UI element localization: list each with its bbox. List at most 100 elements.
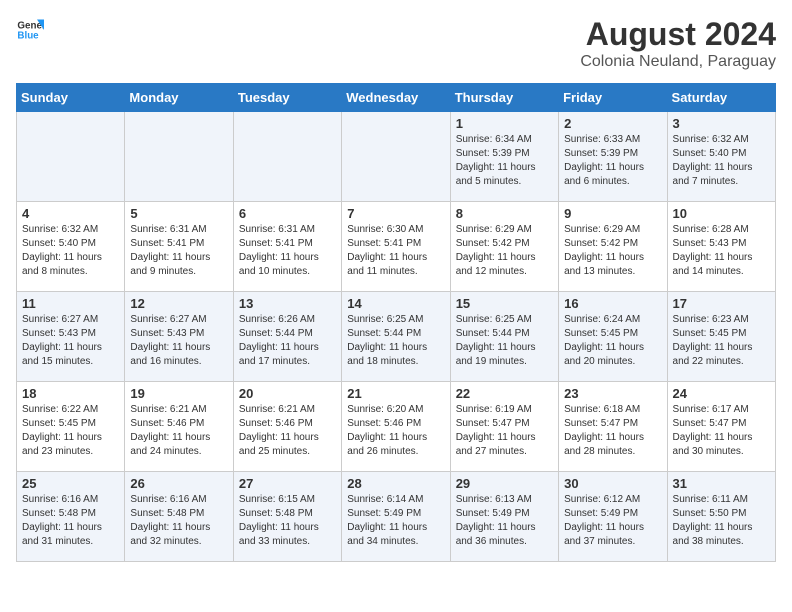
calendar-cell: 18Sunrise: 6:22 AM Sunset: 5:45 PM Dayli… xyxy=(17,382,125,472)
calendar-cell: 30Sunrise: 6:12 AM Sunset: 5:49 PM Dayli… xyxy=(559,472,667,562)
day-info: Sunrise: 6:13 AM Sunset: 5:49 PM Dayligh… xyxy=(456,493,553,549)
calendar-week-3: 11Sunrise: 6:27 AM Sunset: 5:43 PM Dayli… xyxy=(17,292,776,382)
day-number: 28 xyxy=(347,476,444,491)
header: General Blue August 2024 Colonia Neuland… xyxy=(16,16,776,71)
day-number: 16 xyxy=(564,296,661,311)
day-number: 24 xyxy=(673,386,770,401)
day-info: Sunrise: 6:25 AM Sunset: 5:44 PM Dayligh… xyxy=(456,313,553,369)
calendar-cell xyxy=(233,112,341,202)
day-number: 7 xyxy=(347,206,444,221)
day-info: Sunrise: 6:32 AM Sunset: 5:40 PM Dayligh… xyxy=(673,133,770,189)
calendar-cell: 22 Sunrise: 6:19 AM Sunset: 5:47 PM Dayli… xyxy=(450,382,558,472)
day-header-saturday: Saturday xyxy=(667,84,775,112)
calendar-cell: 19 Sunrise: 6:21 AM Sunset: 5:46 PM Dayli… xyxy=(125,382,233,472)
calendar-cell: 17 Sunrise: 6:23 AM Sunset: 5:45 PM Dayli… xyxy=(667,292,775,382)
day-info: Sunrise: 6:21 AM Sunset: 5:46 PM Dayligh… xyxy=(239,403,336,459)
day-info: Sunrise: 6:31 AM Sunset: 5:41 PM Dayligh… xyxy=(239,223,336,279)
day-info: Sunrise: 6:31 AM Sunset: 5:41 PM Dayligh… xyxy=(130,223,227,279)
day-header-wednesday: Wednesday xyxy=(342,84,450,112)
calendar-cell: 5 Sunrise: 6:31 AM Sunset: 5:41 PM Daylig… xyxy=(125,202,233,292)
day-number: 18 xyxy=(22,386,119,401)
day-info: Sunrise: 6:34 AM Sunset: 5:39 PM Dayligh… xyxy=(456,133,553,189)
day-number: 19 xyxy=(130,386,227,401)
day-info: Sunrise: 6:33 AM Sunset: 5:39 PM Dayligh… xyxy=(564,133,661,189)
calendar-cell xyxy=(17,112,125,202)
day-number: 22 xyxy=(456,386,553,401)
day-info: Sunrise: 6:29 AM Sunset: 5:42 PM Dayligh… xyxy=(564,223,661,279)
calendar-week-1: 1 Sunrise: 6:34 AM Sunset: 5:39 PM Daylig… xyxy=(17,112,776,202)
day-header-monday: Monday xyxy=(125,84,233,112)
calendar-cell: 10 Sunrise: 6:28 AM Sunset: 5:43 PM Dayli… xyxy=(667,202,775,292)
day-info: Sunrise: 6:21 AM Sunset: 5:46 PM Dayligh… xyxy=(130,403,227,459)
logo: General Blue xyxy=(16,16,44,44)
calendar-cell: 16Sunrise: 6:24 AM Sunset: 5:45 PM Dayli… xyxy=(559,292,667,382)
calendar-week-2: 4 Sunrise: 6:32 AM Sunset: 5:40 PM Daylig… xyxy=(17,202,776,292)
day-number: 31 xyxy=(673,476,770,491)
day-info: Sunrise: 6:29 AM Sunset: 5:42 PM Dayligh… xyxy=(456,223,553,279)
day-info: Sunrise: 6:12 AM Sunset: 5:49 PM Dayligh… xyxy=(564,493,661,549)
day-number: 15 xyxy=(456,296,553,311)
calendar-cell: 1 Sunrise: 6:34 AM Sunset: 5:39 PM Daylig… xyxy=(450,112,558,202)
calendar-cell: 28 Sunrise: 6:14 AM Sunset: 5:49 PM Dayli… xyxy=(342,472,450,562)
day-header-friday: Friday xyxy=(559,84,667,112)
day-info: Sunrise: 6:14 AM Sunset: 5:49 PM Dayligh… xyxy=(347,493,444,549)
day-number: 26 xyxy=(130,476,227,491)
calendar-table: SundayMondayTuesdayWednesdayThursdayFrid… xyxy=(16,83,776,562)
calendar-week-5: 25 Sunrise: 6:16 AM Sunset: 5:48 PM Dayli… xyxy=(17,472,776,562)
calendar-cell: 11Sunrise: 6:27 AM Sunset: 5:43 PM Dayli… xyxy=(17,292,125,382)
calendar-header-row: SundayMondayTuesdayWednesdayThursdayFrid… xyxy=(17,84,776,112)
day-info: Sunrise: 6:19 AM Sunset: 5:47 PM Dayligh… xyxy=(456,403,553,459)
calendar-cell: 29 Sunrise: 6:13 AM Sunset: 5:49 PM Dayli… xyxy=(450,472,558,562)
calendar-cell: 12 Sunrise: 6:27 AM Sunset: 5:43 PM Dayli… xyxy=(125,292,233,382)
month-year-title: August 2024 xyxy=(580,16,776,53)
calendar-cell: 4 Sunrise: 6:32 AM Sunset: 5:40 PM Daylig… xyxy=(17,202,125,292)
day-info: Sunrise: 6:17 AM Sunset: 5:47 PM Dayligh… xyxy=(673,403,770,459)
day-number: 4 xyxy=(22,206,119,221)
day-number: 5 xyxy=(130,206,227,221)
calendar-cell: 14Sunrise: 6:25 AM Sunset: 5:44 PM Dayli… xyxy=(342,292,450,382)
day-number: 8 xyxy=(456,206,553,221)
calendar-cell: 2Sunrise: 6:33 AM Sunset: 5:39 PM Daylig… xyxy=(559,112,667,202)
day-number: 13 xyxy=(239,296,336,311)
day-info: Sunrise: 6:23 AM Sunset: 5:45 PM Dayligh… xyxy=(673,313,770,369)
day-info: Sunrise: 6:16 AM Sunset: 5:48 PM Dayligh… xyxy=(130,493,227,549)
day-number: 1 xyxy=(456,116,553,131)
calendar-cell: 8 Sunrise: 6:29 AM Sunset: 5:42 PM Daylig… xyxy=(450,202,558,292)
calendar-cell xyxy=(125,112,233,202)
day-info: Sunrise: 6:28 AM Sunset: 5:43 PM Dayligh… xyxy=(673,223,770,279)
day-number: 29 xyxy=(456,476,553,491)
day-info: Sunrise: 6:27 AM Sunset: 5:43 PM Dayligh… xyxy=(130,313,227,369)
calendar-cell: 25Sunrise: 6:16 AM Sunset: 5:48 PM Dayli… xyxy=(17,472,125,562)
day-header-thursday: Thursday xyxy=(450,84,558,112)
day-number: 6 xyxy=(239,206,336,221)
calendar-cell: 9 Sunrise: 6:29 AM Sunset: 5:42 PM Daylig… xyxy=(559,202,667,292)
day-number: 25 xyxy=(22,476,119,491)
day-header-sunday: Sunday xyxy=(17,84,125,112)
day-info: Sunrise: 6:11 AM Sunset: 5:50 PM Dayligh… xyxy=(673,493,770,549)
day-number: 27 xyxy=(239,476,336,491)
day-info: Sunrise: 6:32 AM Sunset: 5:40 PM Dayligh… xyxy=(22,223,119,279)
calendar-cell: 20 Sunrise: 6:21 AM Sunset: 5:46 PM Dayli… xyxy=(233,382,341,472)
title-area: August 2024 Colonia Neuland, Paraguay xyxy=(580,16,776,71)
day-number: 21 xyxy=(347,386,444,401)
location-subtitle: Colonia Neuland, Paraguay xyxy=(580,53,776,71)
day-number: 23 xyxy=(564,386,661,401)
calendar-cell: 23 Sunrise: 6:18 AM Sunset: 5:47 PM Dayli… xyxy=(559,382,667,472)
day-number: 17 xyxy=(673,296,770,311)
calendar-cell: 15 Sunrise: 6:25 AM Sunset: 5:44 PM Dayli… xyxy=(450,292,558,382)
calendar-cell: 27 Sunrise: 6:15 AM Sunset: 5:48 PM Dayli… xyxy=(233,472,341,562)
logo-icon: General Blue xyxy=(16,16,44,44)
day-number: 20 xyxy=(239,386,336,401)
day-number: 9 xyxy=(564,206,661,221)
day-number: 10 xyxy=(673,206,770,221)
day-info: Sunrise: 6:18 AM Sunset: 5:47 PM Dayligh… xyxy=(564,403,661,459)
calendar-cell: 24 Sunrise: 6:17 AM Sunset: 5:47 PM Dayli… xyxy=(667,382,775,472)
calendar-cell: 31 Sunrise: 6:11 AM Sunset: 5:50 PM Dayli… xyxy=(667,472,775,562)
day-info: Sunrise: 6:15 AM Sunset: 5:48 PM Dayligh… xyxy=(239,493,336,549)
calendar-cell: 6 Sunrise: 6:31 AM Sunset: 5:41 PM Daylig… xyxy=(233,202,341,292)
day-info: Sunrise: 6:26 AM Sunset: 5:44 PM Dayligh… xyxy=(239,313,336,369)
day-info: Sunrise: 6:27 AM Sunset: 5:43 PM Dayligh… xyxy=(22,313,119,369)
day-number: 3 xyxy=(673,116,770,131)
calendar-cell: 3 Sunrise: 6:32 AM Sunset: 5:40 PM Daylig… xyxy=(667,112,775,202)
day-number: 12 xyxy=(130,296,227,311)
